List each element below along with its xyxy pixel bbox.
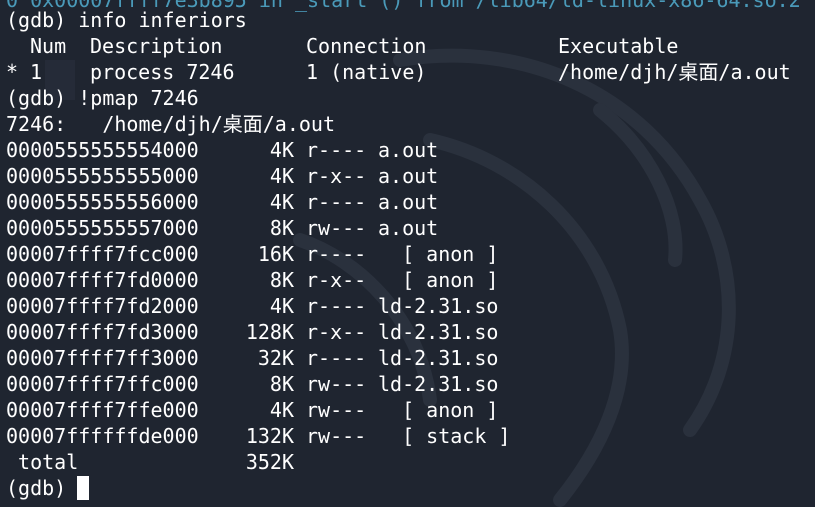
inferior-num: 1 <box>30 60 43 84</box>
mapping-size: 4K <box>269 190 294 214</box>
mapping-name: [ stack ] <box>378 424 511 448</box>
mapping-permissions: rw--- <box>306 398 367 422</box>
mapping-permissions: rw--- <box>306 216 367 240</box>
gdb-command-info-inferiors: (gdb) info inferiors <box>6 8 247 32</box>
gdb-prompt: (gdb) <box>6 476 79 500</box>
mapping-size: 132K <box>245 424 294 448</box>
mapping-row: 00007ffff7fd0000 8K r-x-- [ anon ] <box>6 267 606 293</box>
gdb-command-pmap: (gdb) !pmap 7246 <box>6 86 199 110</box>
mapping-row: 00007ffff7fcc000 16K r---- [ anon ] <box>6 241 606 267</box>
mapping-address: 00007ffff7ffc000 <box>6 372 199 396</box>
mapping-name: ld-2.31.so <box>378 372 499 396</box>
mapping-row: 00007ffffffde000 132K rw--- [ stack ] <box>6 423 606 449</box>
mapping-row: 00007ffff7ffe000 4K rw--- [ anon ] <box>6 397 606 423</box>
mapping-permissions: r---- <box>306 190 367 214</box>
mapping-permissions: rw--- <box>306 372 367 396</box>
header-connection: Connection <box>306 34 427 58</box>
mapping-row: 00007ffff7ffc000 8K rw--- ld-2.31.so <box>6 371 606 397</box>
mapping-address: 0000555555556000 <box>6 190 199 214</box>
mapping-permissions: rw--- <box>306 424 367 448</box>
header-description: Description <box>90 34 223 58</box>
mapping-name: [ anon ] <box>378 398 499 422</box>
inferior-row: * 1 process 7246 1 (native) /home/djh/桌面… <box>6 59 806 85</box>
header-num: Num <box>30 34 67 58</box>
mapping-address: 0000555555555000 <box>6 164 199 188</box>
mapping-permissions: r---- <box>306 346 367 370</box>
mapping-size: 32K <box>257 346 294 370</box>
terminal-window[interactable]: 0 0x00007ffff7e3b895 in _start () from /… <box>0 0 815 507</box>
mapping-size: 4K <box>269 164 294 188</box>
mapping-permissions: r-x-- <box>306 268 367 292</box>
mapping-name: [ anon ] <box>378 268 499 292</box>
mapping-address: 00007ffff7fcc000 <box>6 242 199 266</box>
mapping-address: 00007ffffffde000 <box>6 424 199 448</box>
mapping-size: 4K <box>269 398 294 422</box>
mapping-size: 16K <box>257 242 294 266</box>
mapping-address: 0000555555554000 <box>6 138 199 162</box>
mapping-name: ld-2.31.so <box>378 346 499 370</box>
mapping-row: 00007ffff7fd3000 128K r-x-- ld-2.31.so <box>6 319 606 345</box>
text-cursor <box>77 476 89 500</box>
mapping-size: 4K <box>269 138 294 162</box>
mapping-size: 8K <box>269 268 294 292</box>
mapping-name: a.out <box>378 190 439 214</box>
mapping-name: ld-2.31.so <box>378 294 499 318</box>
current-inferior-marker: * <box>6 60 19 84</box>
mapping-address: 00007ffff7ffe000 <box>6 398 199 422</box>
inferior-description: process 7246 <box>90 60 235 84</box>
mapping-permissions: r---- <box>306 138 367 162</box>
header-executable: Executable <box>558 34 679 58</box>
mapping-row: 0000555555554000 4K r---- a.out <box>6 137 606 163</box>
inferior-executable: /home/djh/桌面/a.out <box>558 60 791 84</box>
mapping-size: 8K <box>269 216 294 240</box>
pmap-header: 7246: /home/djh/桌面/a.out <box>6 112 335 136</box>
mapping-row: 0000555555556000 4K r---- a.out <box>6 189 606 215</box>
mapping-name: a.out <box>378 138 439 162</box>
mapping-name: [ anon ] <box>378 242 499 266</box>
mapping-size: 128K <box>245 320 294 344</box>
mapping-permissions: r-x-- <box>306 164 367 188</box>
mapping-row: 00007ffff7ff3000 32K r---- ld-2.31.so <box>6 345 606 371</box>
mapping-row: 00007ffff7fd2000 4K r---- ld-2.31.so <box>6 293 606 319</box>
mapping-name: a.out <box>378 164 439 188</box>
mapping-address: 0000555555557000 <box>6 216 199 240</box>
inferiors-header-row: Num Description Connection Executable <box>6 33 806 59</box>
mapping-permissions: r---- <box>306 242 367 266</box>
total-size: 352K <box>245 450 294 474</box>
mapping-address: 00007ffff7fd2000 <box>6 294 199 318</box>
mapping-row: 0000555555555000 4K r-x-- a.out <box>6 163 606 189</box>
mapping-address: 00007ffff7fd3000 <box>6 320 199 344</box>
mapping-row: 0000555555557000 8K rw--- a.out <box>6 215 606 241</box>
mapping-address: 00007ffff7ff3000 <box>6 346 199 370</box>
mapping-permissions: r-x-- <box>306 320 367 344</box>
mapping-size: 4K <box>269 294 294 318</box>
mapping-name: a.out <box>378 216 439 240</box>
mapping-permissions: r---- <box>306 294 367 318</box>
mapping-name: ld-2.31.so <box>378 320 499 344</box>
mapping-size: 8K <box>269 372 294 396</box>
mapping-address: 00007ffff7fd0000 <box>6 268 199 292</box>
total-label: total <box>6 450 79 474</box>
pmap-total-row: total 352K <box>6 449 406 475</box>
inferior-connection: 1 (native) <box>306 60 427 84</box>
